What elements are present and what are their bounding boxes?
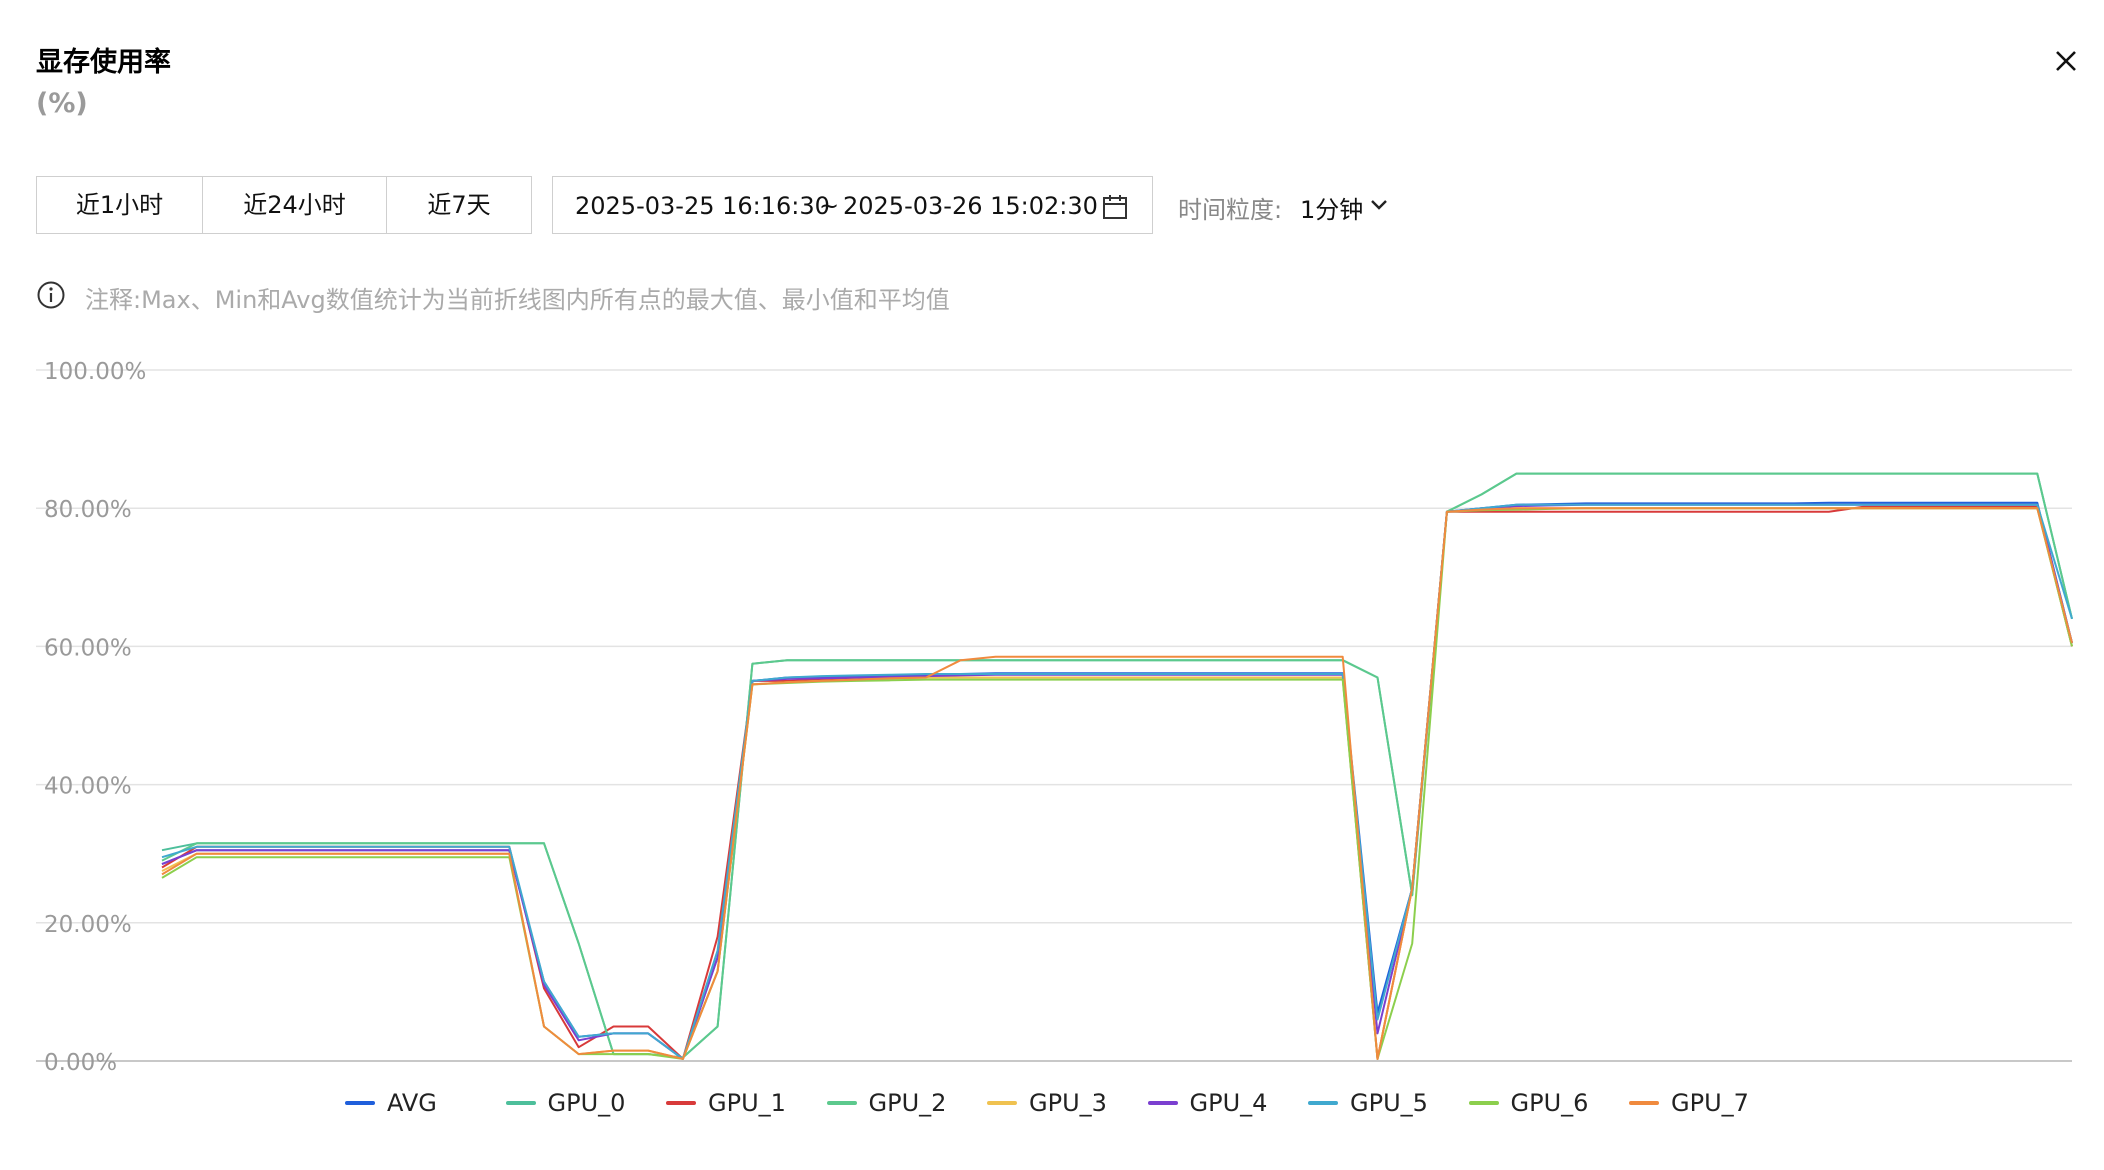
legend-item-gpu-1[interactable]: GPU_1 xyxy=(666,1085,786,1121)
series-line-gpu-3[interactable] xyxy=(161,507,2073,1060)
legend-label: GPU_2 xyxy=(868,1089,947,1117)
legend-item-gpu-3[interactable]: GPU_3 xyxy=(987,1085,1107,1121)
legend-swatch xyxy=(666,1101,696,1105)
y-tick-label: 100.00% xyxy=(44,359,146,385)
page-title: 显存使用率 xyxy=(36,47,171,78)
legend-item-avg[interactable]: AVG xyxy=(345,1085,437,1121)
quick-range-group: 近1小时 近24小时 近7天 xyxy=(36,176,532,234)
line-chart: 100.00% 80.00% 60.00% 40.00% 20.00% 0.00% xyxy=(36,359,2073,1076)
legend-swatch xyxy=(826,1101,857,1105)
y-tick-label: 0.00% xyxy=(44,1050,117,1076)
date-range-picker[interactable]: 2025-03-25 16:16:30 ~ 2025-03-26 15:02:3… xyxy=(552,176,1153,234)
legend-label: GPU_0 xyxy=(547,1089,626,1117)
calendar-icon[interactable] xyxy=(1101,193,1129,221)
series-line-gpu-6[interactable] xyxy=(161,507,2073,1060)
range-separator: ~ xyxy=(819,192,840,220)
series-line-avg[interactable] xyxy=(161,501,2073,1060)
y-tick-label: 80.00% xyxy=(44,497,132,523)
legend-item-gpu-7[interactable]: GPU_7 xyxy=(1629,1085,1749,1121)
chart-legend: AVG GPU_0 GPU_1 GPU_2 GPU_3 GPU_4 GPU_5 GPU_6 GP… xyxy=(0,1085,2104,1125)
chevron-down-icon[interactable] xyxy=(1370,198,1388,212)
legend-label: GPU_6 xyxy=(1510,1089,1589,1117)
y-tick-label: 20.00% xyxy=(44,912,132,938)
legend-item-gpu-2[interactable]: GPU_2 xyxy=(826,1085,947,1121)
legend-item-gpu-5[interactable]: GPU_5 xyxy=(1308,1085,1428,1121)
legend-swatch xyxy=(345,1101,375,1105)
legend-item-gpu-0[interactable]: GPU_0 xyxy=(505,1085,626,1121)
series-line-gpu-7[interactable] xyxy=(161,507,2073,1060)
legend-label: GPU_7 xyxy=(1671,1089,1749,1117)
info-icon xyxy=(37,281,65,309)
legend-label: AVG xyxy=(387,1089,437,1117)
legend-label: GPU_4 xyxy=(1189,1089,1268,1117)
legend-label: GPU_3 xyxy=(1029,1089,1107,1117)
y-tick-label: 40.00% xyxy=(44,774,132,800)
granularity-select[interactable]: 1分钟 xyxy=(1300,190,1363,225)
legend-label: GPU_1 xyxy=(708,1089,786,1117)
legend-swatch xyxy=(1468,1101,1499,1105)
range-24h-button[interactable]: 近24小时 xyxy=(203,177,387,233)
granularity-label: 时间粒度: xyxy=(1178,196,1283,224)
range-1h-button[interactable]: 近1小时 xyxy=(37,177,203,233)
legend-swatch xyxy=(1147,1101,1178,1105)
legend-swatch xyxy=(987,1101,1017,1105)
legend-swatch xyxy=(1629,1101,1659,1105)
series-line-gpu-0[interactable] xyxy=(161,472,2073,1059)
range-end-text: 2025-03-26 15:02:30 xyxy=(843,192,1098,220)
legend-item-gpu-4[interactable]: GPU_4 xyxy=(1147,1085,1268,1121)
legend-swatch xyxy=(1308,1101,1338,1105)
range-start-text: 2025-03-25 16:16:30 xyxy=(575,192,830,220)
range-7d-button[interactable]: 近7天 xyxy=(387,177,531,233)
series-line-gpu-1[interactable] xyxy=(161,505,2073,1060)
series-line-gpu-2[interactable] xyxy=(161,472,2073,1059)
legend-swatch xyxy=(505,1101,536,1105)
legend-item-gpu-6[interactable]: GPU_6 xyxy=(1468,1085,1589,1121)
close-icon[interactable] xyxy=(2051,46,2081,76)
legend-label: GPU_5 xyxy=(1350,1089,1428,1117)
series-line-gpu-5[interactable] xyxy=(161,503,2073,1060)
unit-label: (%) xyxy=(36,88,88,119)
note-text: 注释:Max、Min和Avg数值统计为当前折线图内所有点的最大值、最小值和平均值 xyxy=(85,286,950,314)
series-line-gpu-4[interactable] xyxy=(161,503,2073,1060)
y-tick-label: 60.00% xyxy=(44,635,132,661)
